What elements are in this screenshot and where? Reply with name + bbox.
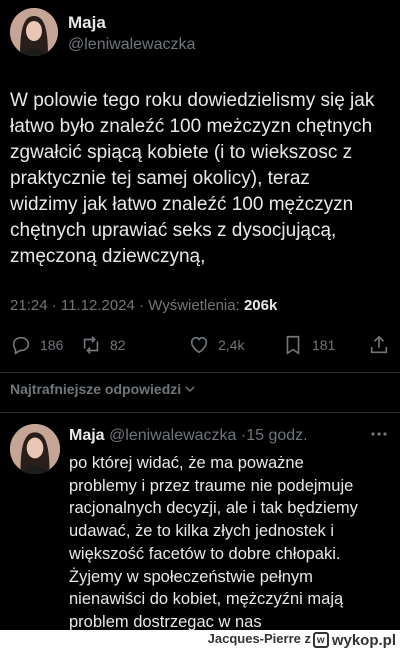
author-handle[interactable]: @leniwalewaczka — [68, 36, 195, 54]
footer-watermark: Jacques-Pierre z w wykop.pl — [0, 630, 400, 650]
bookmark-count: 181 — [312, 337, 336, 353]
chevron-down-icon — [185, 386, 195, 393]
uploader-suffix: z — [304, 631, 312, 646]
reply-header: Maja @leniwalewaczka ·15 godz. — [69, 427, 308, 445]
divider — [0, 412, 400, 413]
like-icon — [190, 336, 208, 354]
reply-time[interactable]: 15 godz. — [246, 427, 307, 444]
post-time[interactable]: 21:24 — [10, 297, 48, 314]
divider — [0, 372, 400, 373]
author-name[interactable]: Maja — [68, 13, 106, 33]
like-button[interactable]: 2,4k — [188, 333, 244, 357]
avatar-image — [10, 8, 58, 56]
uploader-name: Jacques-Pierre — [207, 631, 301, 646]
views-label: Wyświetlenia: — [148, 297, 240, 314]
avatar[interactable] — [10, 8, 58, 56]
repost-icon — [83, 336, 99, 354]
post-meta: 21:24 · 11.12.2024 · Wyświetlenia: 206k — [10, 297, 277, 314]
site-name: wykop.pl — [331, 631, 396, 649]
wykop-logo: w wykop.pl — [312, 630, 396, 650]
reply-author-handle[interactable]: @leniwalewaczka — [109, 427, 236, 444]
views-count: 206k — [243, 297, 278, 314]
meta-separator: · — [139, 297, 149, 314]
post-text: W polowie tego roku dowiedzielismy się j… — [10, 90, 375, 267]
reply-count: 186 — [40, 337, 64, 353]
uploader-credit: Jacques-Pierre z — [208, 631, 311, 646]
action-bar: 186 82 2,4k 181 — [0, 333, 400, 357]
share-icon — [370, 335, 388, 354]
sort-replies-dropdown[interactable]: Najtrafniejsze odpowiedzi — [10, 381, 197, 397]
like-count: 2,4k — [218, 337, 245, 353]
reply-author-name[interactable]: Maja — [69, 427, 105, 444]
meta-separator: · — [51, 297, 61, 314]
bookmark-button[interactable]: 181 — [282, 333, 335, 357]
reply-icon — [12, 336, 30, 355]
reply-button[interactable]: 186 — [10, 333, 63, 357]
sort-label: Najtrafniejsze odpowiedzi — [10, 381, 182, 397]
post-date[interactable]: 11.12.2024 — [61, 297, 135, 314]
more-icon[interactable] — [368, 426, 390, 442]
share-button[interactable] — [368, 333, 398, 357]
repost-count: 82 — [110, 337, 126, 353]
reply-avatar[interactable] — [10, 424, 60, 474]
avatar-image — [10, 424, 60, 474]
bookmark-icon — [286, 335, 300, 355]
wykop-logo-icon: w — [312, 632, 329, 648]
repost-button[interactable]: 82 — [80, 333, 126, 357]
reply-text: po której widać, że ma poważne problemy … — [69, 454, 358, 631]
